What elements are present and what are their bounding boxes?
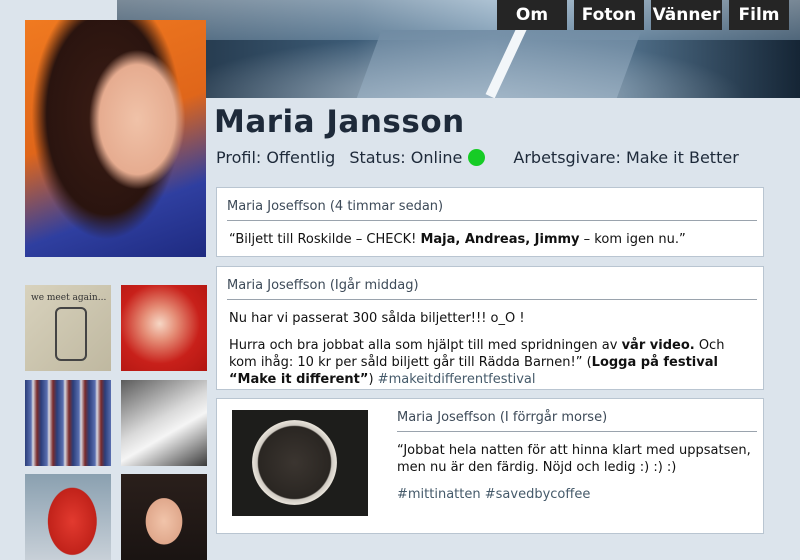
tab-label: Om bbox=[515, 5, 549, 25]
profile-name: Maria Jansson bbox=[214, 104, 465, 140]
photo-thumb[interactable]: we meet again... bbox=[25, 285, 111, 371]
profile-meta: Profil: Offentlig Status: Online Arbetsg… bbox=[216, 148, 739, 167]
tab-foton[interactable]: Foton bbox=[574, 0, 644, 30]
post-header[interactable]: Maria Joseffson (4 timmar sedan) bbox=[217, 188, 763, 220]
tab-vanner[interactable]: Vänner bbox=[651, 0, 722, 30]
hashtags[interactable]: #mittinatten #savedbycoffee bbox=[397, 486, 751, 503]
post-1: Maria Joseffson (4 timmar sedan) “Biljet… bbox=[216, 187, 764, 257]
online-status-icon bbox=[468, 149, 486, 166]
tab-label: Vänner bbox=[652, 5, 721, 25]
tab-film[interactable]: Film bbox=[729, 0, 789, 30]
hashtag-link[interactable]: #makeitdifferentfestival bbox=[378, 372, 536, 387]
post-header[interactable]: Maria Joseffson (Igår middag) bbox=[217, 267, 763, 299]
employer-label: Arbetsgivare: Make it Better bbox=[513, 148, 739, 167]
post-text: “Jobbat hela natten för att hinna klart … bbox=[387, 432, 763, 503]
photo-thumb[interactable] bbox=[121, 474, 207, 560]
sketch-figure-icon bbox=[55, 307, 87, 361]
tab-label: Foton bbox=[581, 5, 637, 25]
post-paragraph: “Jobbat hela natten för att hinna klart … bbox=[397, 443, 751, 475]
photo-thumb[interactable] bbox=[121, 285, 207, 371]
photo-thumb[interactable] bbox=[25, 474, 111, 560]
post-2: Maria Joseffson (Igår middag) Nu har vi … bbox=[216, 266, 764, 390]
visibility-label: Profil: Offentlig bbox=[216, 148, 336, 167]
post-paragraph: Hurra och bra jobbat alla som hjälpt til… bbox=[229, 338, 725, 387]
coffee-photo[interactable] bbox=[232, 410, 368, 516]
coffee-cup-icon bbox=[252, 420, 337, 505]
post-text: Nu har vi passerat 300 sålda biljetter!!… bbox=[217, 300, 763, 388]
photo-thumb[interactable] bbox=[25, 380, 111, 466]
tab-label: Film bbox=[738, 5, 780, 25]
tab-om[interactable]: Om bbox=[497, 0, 567, 30]
post-text: “Biljett till Roskilde – CHECK! Maja, An… bbox=[229, 232, 686, 247]
avatar[interactable] bbox=[25, 20, 206, 257]
post-paragraph: Nu har vi passerat 300 sålda biljetter!!… bbox=[229, 311, 525, 326]
photo-thumb[interactable] bbox=[121, 380, 207, 466]
status-label: Status: Online bbox=[349, 148, 463, 167]
sketch-caption: we meet again... bbox=[31, 293, 107, 303]
post-header[interactable]: Maria Joseffson (I förrgår morse) bbox=[387, 399, 763, 431]
